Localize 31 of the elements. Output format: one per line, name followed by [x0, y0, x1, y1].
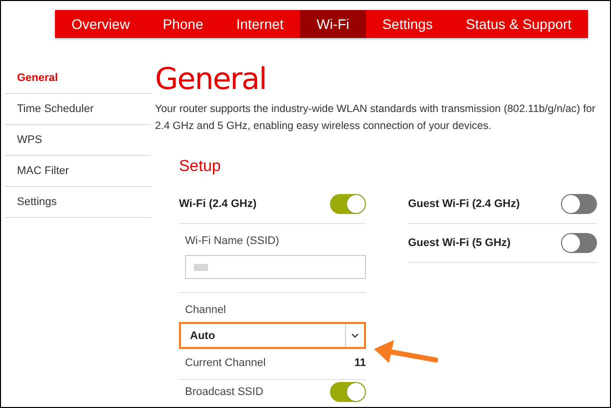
toggle-label: Broadcast SSID [185, 386, 264, 398]
nav-tab[interactable]: Overview [55, 10, 146, 38]
toggle-switch[interactable] [561, 233, 597, 253]
sidebar-item[interactable]: General [5, 63, 151, 94]
chevron-down-icon [351, 333, 359, 338]
sidebar-item[interactable]: MAC Filter [5, 156, 151, 187]
toggle-switch[interactable] [330, 382, 366, 402]
field-label: Wi-Fi Name (SSID) [185, 235, 280, 247]
nav-tab[interactable]: Phone [146, 10, 220, 38]
page-title: General [155, 63, 268, 97]
sidebar-item[interactable]: Time Scheduler [5, 94, 151, 125]
sidebar-item[interactable]: WPS [5, 125, 151, 156]
field-label: Channel [185, 304, 227, 316]
dropdown-field[interactable]: Auto [179, 322, 366, 349]
sidebar-item[interactable]: Settings [5, 187, 151, 218]
blurred-text [194, 264, 208, 270]
field-label: Current Channel [185, 357, 266, 369]
toggle-switch[interactable] [561, 194, 597, 214]
toggle-label: Guest Wi-Fi (5 GHz) [408, 237, 511, 249]
toggle-switch[interactable] [330, 194, 366, 214]
nav-tab[interactable]: Internet [220, 10, 300, 38]
nav-tab[interactable]: Wi-Fi [300, 10, 366, 38]
input-field[interactable] [185, 255, 366, 279]
nav-tab[interactable]: Settings [366, 10, 450, 38]
section-heading: Setup [179, 157, 222, 177]
page-description: Your router supports the industry-wide WLAN standards with transmission (802.11b/g/n/ac) for 2.4 GHz and 5 GHz, enabling easy wireless connection of your devices. [155, 102, 596, 134]
arrow-annotation [374, 340, 438, 363]
toggle-label: Wi-Fi (2.4 GHz) [179, 198, 257, 210]
nav-tab[interactable]: Status & Support [449, 10, 588, 38]
toggle-label: Guest Wi-Fi (2.4 GHz) [408, 198, 520, 210]
channel-value: 11 [354, 357, 366, 369]
